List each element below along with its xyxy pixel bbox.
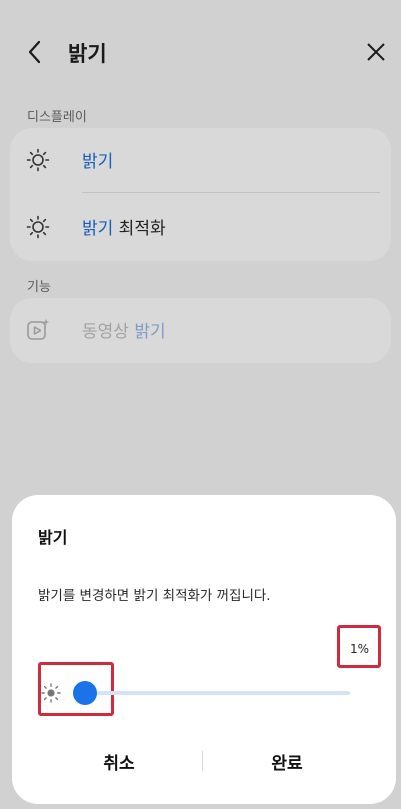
adaptive-brightness-label-rest: 최적화 [113, 219, 166, 239]
video-brightness-label: 동영상 밝기 [82, 317, 166, 342]
brightness-row[interactable]: 밝기 [10, 128, 391, 192]
brightness-label: 밝기 [82, 152, 114, 172]
sun-icon [26, 148, 50, 172]
row-divider [82, 192, 380, 193]
brightness-slider-thumb[interactable] [72, 681, 97, 705]
done-button[interactable]: 완료 [202, 741, 372, 781]
section-label-features: 기능 [27, 280, 51, 295]
close-icon[interactable] [364, 40, 388, 64]
video-sparkle-icon [27, 318, 50, 340]
display-card: 밝기 밝기 최적화 [10, 128, 391, 261]
brightness-percent: 1% [350, 642, 370, 656]
section-label-display: 디스플레이 [27, 110, 87, 125]
page-title: 밝기 [68, 42, 107, 66]
video-brightness-label-blue: 밝기 [134, 322, 166, 342]
brightness-dialog: 밝기 밝기를 변경하면 밝기 최적화가 꺼집니다. 1% 취소 완료 [12, 495, 396, 804]
video-brightness-label-gray: 동영상 [82, 322, 135, 342]
small-sun-icon [41, 683, 61, 703]
cancel-button[interactable]: 취소 [34, 741, 204, 781]
adaptive-brightness-row[interactable]: 밝기 최적화 [10, 195, 391, 259]
percent-highlight: 1% [337, 625, 381, 668]
back-arrow-icon[interactable] [24, 38, 48, 66]
dialog-title: 밝기 [38, 528, 68, 547]
adaptive-brightness-label-blue: 밝기 [82, 219, 114, 239]
video-brightness-row[interactable]: 동영상 밝기 [10, 298, 391, 362]
app-header: 밝기 [0, 0, 401, 104]
brightness-slider-track[interactable] [82, 691, 350, 695]
features-card: 동영상 밝기 [10, 298, 391, 363]
sun-icon [26, 215, 50, 239]
dialog-message: 밝기를 변경하면 밝기 최적화가 꺼집니다. [38, 588, 271, 604]
adaptive-brightness-label: 밝기 최적화 [82, 214, 166, 239]
